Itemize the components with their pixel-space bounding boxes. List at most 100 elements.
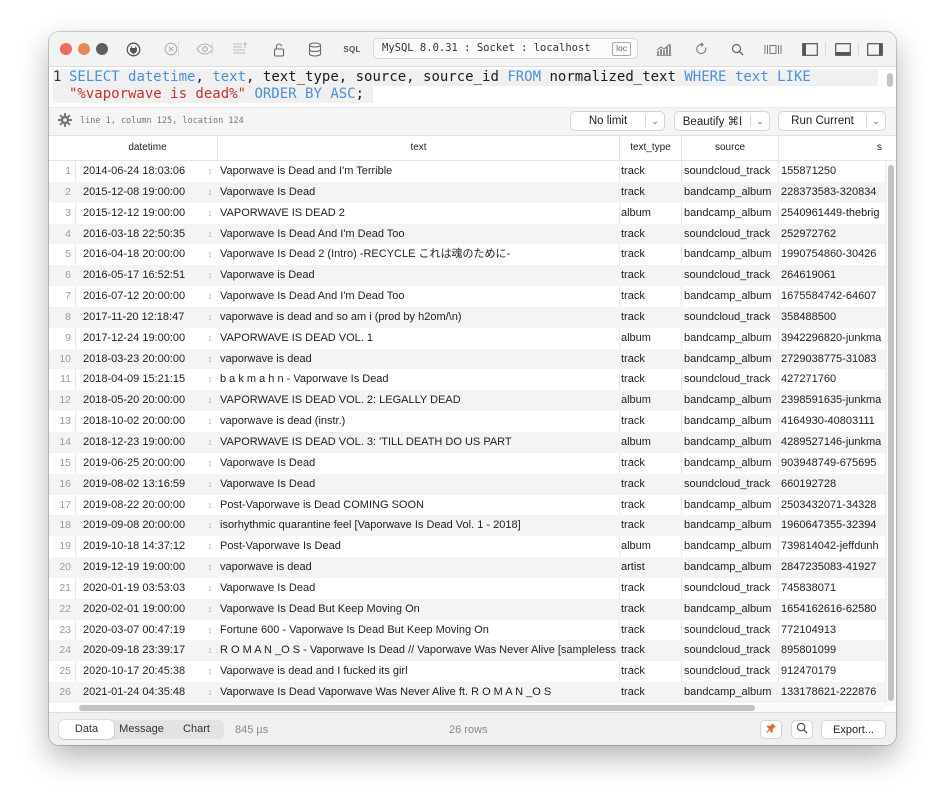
cell-source[interactable]: bandcamp_album [684, 411, 778, 432]
table-row[interactable]: 12 2018-05-20 20:00:00 ↕ VAPORWAVE IS DEAD … [49, 390, 889, 412]
window-close-button[interactable] [60, 43, 72, 55]
cell-text-type[interactable]: album [621, 390, 679, 411]
column-header-source-id[interactable]: s [778, 136, 884, 160]
cell-source-id[interactable]: 739814042-jeffdunh [781, 536, 887, 557]
cell-text-type[interactable]: track [621, 640, 679, 661]
bottom-panel-icon[interactable] [834, 40, 852, 58]
table-row[interactable]: 14 2018-12-23 19:00:00 ↕ VAPORWAVE IS DEAD … [49, 431, 889, 453]
datetime-stepper-icon[interactable]: ↕ [205, 432, 215, 453]
table-row[interactable]: 15 2019-06-25 20:00:00 ↕ Vaporwave Is Dead t… [49, 453, 889, 474]
datetime-stepper-icon[interactable]: ↕ [205, 161, 215, 182]
cell-source[interactable]: bandcamp_album [684, 453, 778, 474]
cell-text-type[interactable]: track [621, 265, 679, 286]
cell-text-type[interactable]: track [621, 495, 679, 516]
cell-text[interactable]: Vaporwave Is Dead And I'm Dead Too [220, 224, 616, 245]
cell-datetime[interactable]: 2017-12-24 19:00:00 [83, 328, 203, 349]
window-minimize-button[interactable] [78, 43, 90, 55]
cell-text-type[interactable]: track [621, 244, 679, 265]
table-row[interactable]: 23 2020-03-07 00:47:19 ↕ Fortune 600 - Vapo… [49, 620, 889, 641]
cell-text[interactable]: Post-Vaporwave is Dead COMING SOON [220, 495, 616, 516]
table-row[interactable]: 8 2017-11-20 12:18:47 ↕ vaporwave is dead a… [49, 306, 889, 328]
cell-datetime[interactable]: 2020-09-18 23:39:17 [83, 640, 203, 661]
datetime-stepper-icon[interactable]: ↕ [205, 474, 215, 495]
cell-text[interactable]: Vaporwave Is Dead [220, 182, 616, 203]
cell-datetime[interactable]: 2018-12-23 19:00:00 [83, 432, 203, 453]
cell-source[interactable]: bandcamp_album [684, 203, 778, 224]
cell-text[interactable]: Fortune 600 - Vaporwave Is Dead But Keep… [220, 620, 616, 641]
cell-text[interactable]: Vaporwave Is Dead Vaporwave Was Never Al… [220, 682, 616, 703]
datetime-stepper-icon[interactable]: ↕ [205, 411, 215, 432]
cell-datetime[interactable]: 2017-11-20 12:18:47 [83, 307, 203, 328]
table-row[interactable]: 2 2015-12-08 19:00:00 ↕ Vaporwave Is Dead tr… [49, 181, 889, 203]
cell-text-type[interactable]: track [621, 682, 679, 703]
cell-text-type[interactable]: album [621, 432, 679, 453]
cell-datetime[interactable]: 2021-01-24 04:35:48 [83, 682, 203, 703]
tab-data[interactable]: Data [59, 720, 114, 739]
window-maximize-button[interactable] [96, 43, 108, 55]
cell-datetime[interactable]: 2019-09-08 20:00:00 [83, 515, 203, 536]
table-row[interactable]: 25 2020-10-17 20:45:38 ↕ Vaporwave is dead … [49, 661, 889, 682]
cell-text-type[interactable]: track [621, 182, 679, 203]
cell-text[interactable]: Vaporwave Is Dead But Keep Moving On [220, 599, 616, 620]
table-row[interactable]: 7 2016-07-12 20:00:00 ↕ Vaporwave Is Dead A… [49, 286, 889, 307]
cell-source[interactable]: soundcloud_track [684, 640, 778, 661]
datetime-stepper-icon[interactable]: ↕ [205, 578, 215, 599]
cell-source-id[interactable]: 2729038775-31083 [781, 349, 887, 370]
database-icon[interactable] [307, 40, 323, 58]
datetime-stepper-icon[interactable]: ↕ [205, 390, 215, 411]
cell-source[interactable]: bandcamp_album [684, 182, 778, 203]
chevron-down-icon[interactable]: ⌄ [646, 116, 664, 127]
cell-source-id[interactable]: 133178621-222876 [781, 682, 887, 703]
cell-text-type[interactable]: track [621, 474, 679, 495]
sort-lines-icon[interactable] [231, 40, 249, 58]
cell-source-id[interactable]: 745838071 [781, 578, 887, 599]
cell-datetime[interactable]: 2020-10-17 20:45:38 [83, 661, 203, 682]
vertical-scrollbar[interactable] [885, 161, 896, 706]
table-row[interactable]: 1 2014-06-24 18:03:06 ↕ Vaporwave is Dead a… [49, 161, 889, 182]
cell-source[interactable]: bandcamp_album [684, 328, 778, 349]
datetime-stepper-icon[interactable]: ↕ [205, 203, 215, 224]
table-row[interactable]: 24 2020-09-18 23:39:17 ↕ R O M A N _O S - V… [49, 640, 889, 662]
cell-source-id[interactable]: 2540961449-thebrig [781, 203, 887, 224]
cell-text[interactable]: Vaporwave is Dead and I'm Terrible [220, 161, 616, 182]
table-row[interactable]: 13 2018-10-02 20:00:00 ↕ vaporwave is dead … [49, 411, 889, 432]
cell-source[interactable]: bandcamp_album [684, 599, 778, 620]
cell-text-type[interactable]: album [621, 536, 679, 557]
chevron-down-icon[interactable]: ⌄ [867, 116, 885, 127]
cell-text[interactable]: R O M A N _O S - Vaporwave Is Dead // Va… [220, 640, 616, 661]
table-row[interactable]: 16 2019-08-02 13:16:59 ↕ Vaporwave Is Dead t… [49, 473, 889, 495]
cell-datetime[interactable]: 2015-12-08 19:00:00 [83, 182, 203, 203]
cell-text-type[interactable]: track [621, 161, 679, 182]
chart-icon[interactable] [655, 40, 673, 58]
cell-source-id[interactable]: 1960647355-32394 [781, 515, 887, 536]
cell-text-type[interactable]: track [621, 286, 679, 307]
column-header-text-type[interactable]: text_type [619, 136, 681, 160]
table-row[interactable]: 17 2019-08-22 20:00:00 ↕ Post-Vaporwave is … [49, 495, 889, 516]
search-icon[interactable] [729, 40, 745, 58]
cell-source-id[interactable]: 660192728 [781, 474, 887, 495]
limit-dropdown[interactable]: No limit ⌄ [570, 111, 665, 131]
cell-source[interactable]: bandcamp_album [684, 515, 778, 536]
table-row[interactable]: 19 2019-10-18 14:37:12 ↕ Post-Vaporwave Is … [49, 536, 889, 557]
cell-text[interactable]: Vaporwave is Dead [220, 265, 616, 286]
sql-icon[interactable]: SQL [341, 40, 363, 58]
cell-datetime[interactable]: 2020-02-01 19:00:00 [83, 599, 203, 620]
datetime-stepper-icon[interactable]: ↕ [205, 224, 215, 245]
cell-text-type[interactable]: artist [621, 557, 679, 578]
cell-source[interactable]: bandcamp_album [684, 244, 778, 265]
cell-text-type[interactable]: track [621, 411, 679, 432]
cell-datetime[interactable]: 2015-12-12 19:00:00 [83, 203, 203, 224]
cell-text-type[interactable]: album [621, 328, 679, 349]
cell-datetime[interactable]: 2014-06-24 18:03:06 [83, 161, 203, 182]
datetime-stepper-icon[interactable]: ↕ [205, 286, 215, 307]
datetime-stepper-icon[interactable]: ↕ [205, 557, 215, 578]
search-results-button[interactable] [791, 720, 813, 739]
table-row[interactable]: 26 2021-01-24 04:35:48 ↕ Vaporwave Is Dead … [49, 682, 889, 703]
cell-source-id[interactable]: 1675584742-64607 [781, 286, 887, 307]
cell-text-type[interactable]: track [621, 599, 679, 620]
cell-text[interactable]: VAPORWAVE IS DEAD VOL. 1 [220, 328, 616, 349]
cell-source-id[interactable]: 772104913 [781, 620, 887, 641]
datetime-stepper-icon[interactable]: ↕ [205, 265, 215, 286]
cell-text-type[interactable]: track [621, 515, 679, 536]
datetime-stepper-icon[interactable]: ↕ [205, 369, 215, 390]
